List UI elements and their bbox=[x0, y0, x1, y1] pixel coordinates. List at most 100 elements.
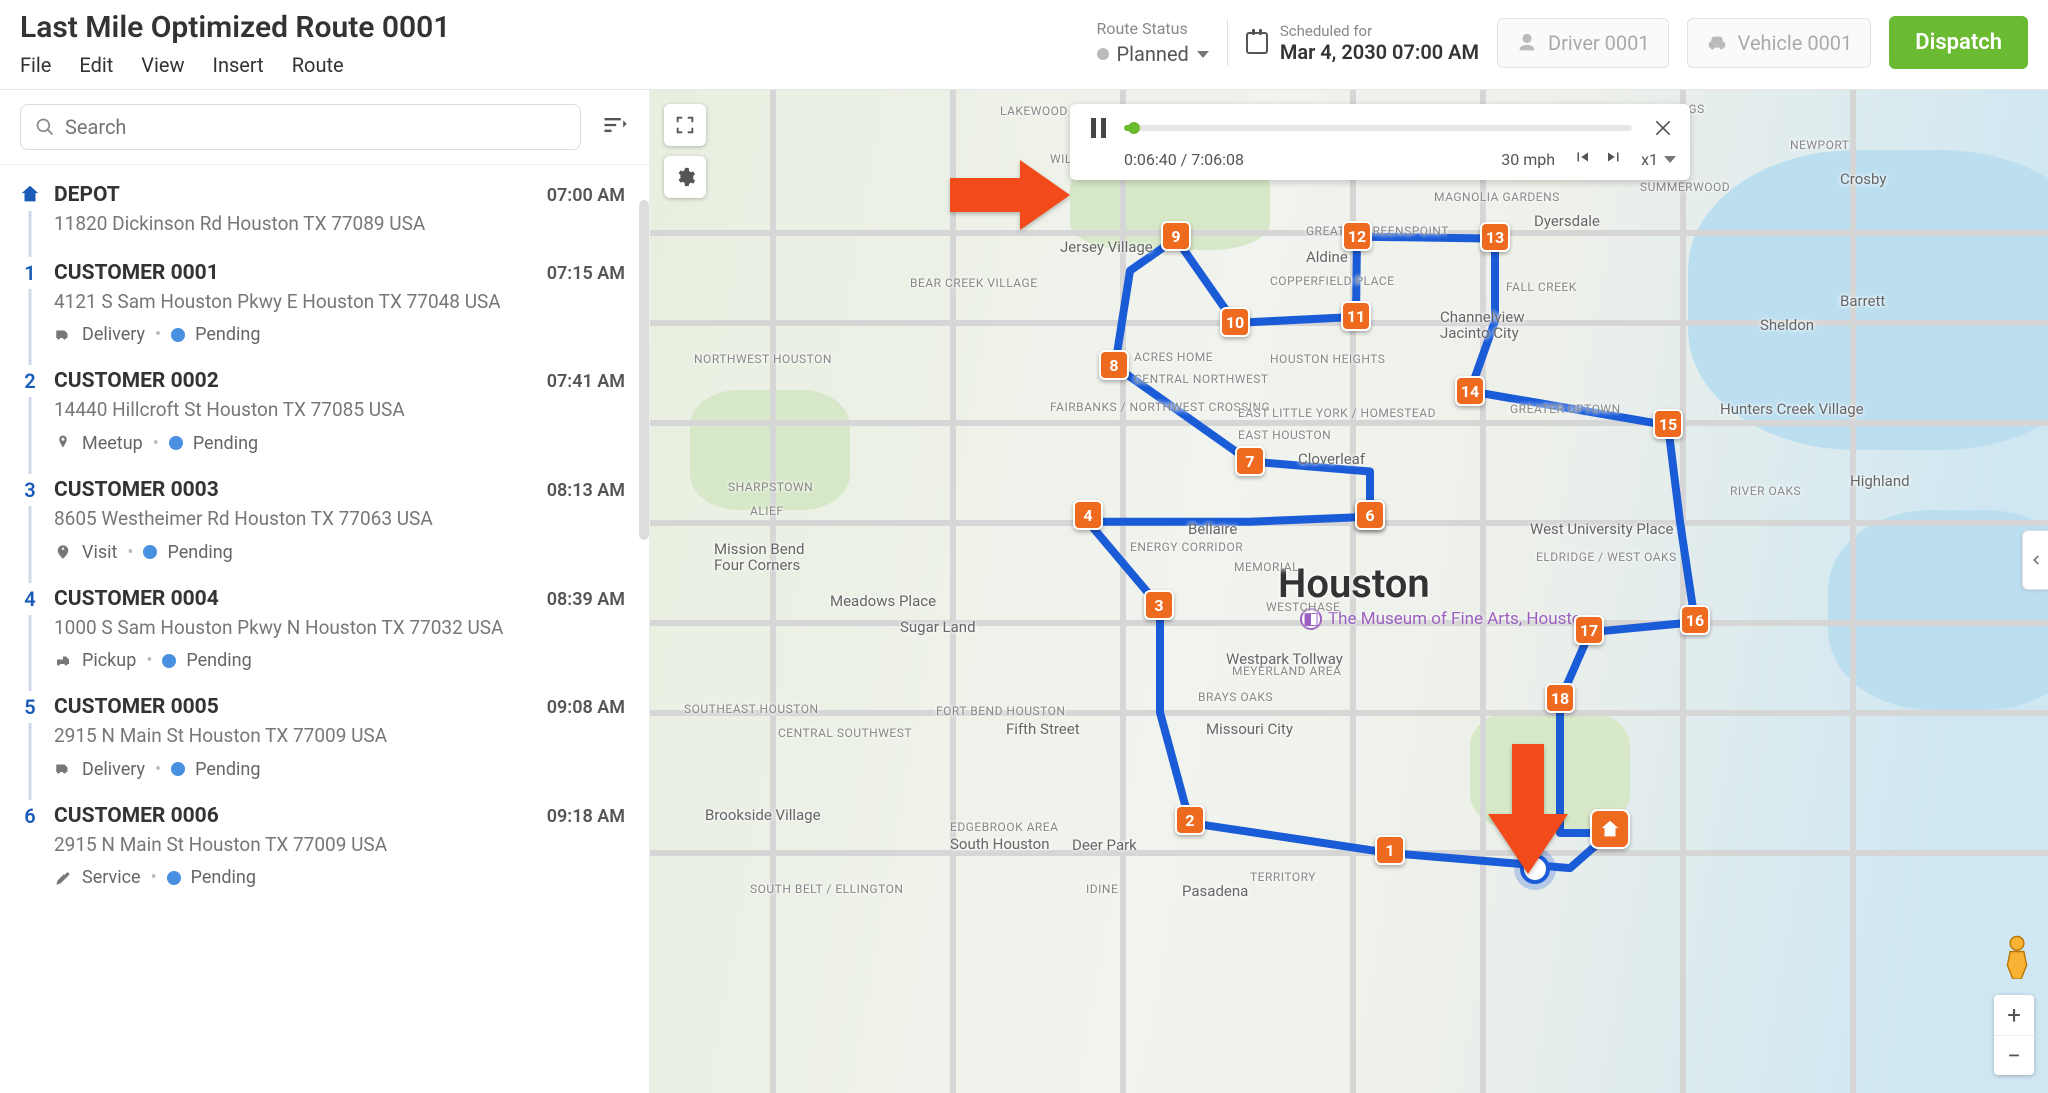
menu-route[interactable]: Route bbox=[292, 53, 344, 77]
map-stop-marker[interactable]: 7 bbox=[1235, 446, 1265, 476]
map-place-label: ALIEF bbox=[750, 504, 784, 518]
map-place-label: ENERGY CORRIDOR bbox=[1130, 540, 1243, 554]
stop-time: 09:18 AM bbox=[547, 806, 625, 827]
gear-icon bbox=[674, 166, 696, 188]
map-place-label: SUMMERWOOD bbox=[1640, 180, 1730, 194]
map-poi-label: The Museum of Fine Arts, Houston bbox=[1328, 609, 1591, 629]
map-place-label: IDINE bbox=[1086, 882, 1118, 896]
schedule-block[interactable]: Scheduled for Mar 4, 2030 07:00 AM bbox=[1246, 22, 1479, 64]
map-place-label: MEMORIAL bbox=[1234, 560, 1299, 574]
status-dot-icon bbox=[169, 436, 183, 450]
stop-time: 07:15 AM bbox=[547, 263, 625, 284]
map-place-label: RIVER OAKS bbox=[1730, 484, 1801, 498]
stop-type: Pickup bbox=[82, 650, 136, 671]
stop-type: Meetup bbox=[82, 433, 143, 454]
collapse-panel-button[interactable] bbox=[2022, 530, 2048, 590]
stop-time: 08:39 AM bbox=[547, 589, 625, 610]
map-place-label: Highland bbox=[1850, 472, 1910, 490]
stop-row[interactable]: 4CUSTOMER 000408:39 AM1000 S Sam Houston… bbox=[0, 575, 649, 684]
stop-address: 4121 S Sam Houston Pkwy E Houston TX 770… bbox=[54, 289, 625, 315]
settings-button[interactable] bbox=[664, 156, 706, 198]
stop-address: 2915 N Main St Houston TX 77009 USA bbox=[54, 723, 625, 749]
stop-type-icon bbox=[54, 760, 72, 778]
map-stop-marker[interactable]: 3 bbox=[1144, 590, 1174, 620]
map-poi-museum[interactable]: ◧ The Museum of Fine Arts, Houston bbox=[1300, 608, 1591, 630]
chevron-left-icon bbox=[2029, 553, 2043, 567]
map-stop-marker[interactable]: 12 bbox=[1342, 221, 1372, 251]
map-place-label: FORT BEND HOUSTON bbox=[936, 704, 1065, 718]
pegman-icon bbox=[2000, 935, 2034, 979]
search-input-wrap[interactable] bbox=[20, 104, 581, 150]
stop-status: Pending bbox=[186, 650, 251, 671]
map-stop-marker[interactable]: 11 bbox=[1341, 301, 1371, 331]
stop-status: Pending bbox=[191, 867, 256, 888]
search-input[interactable] bbox=[65, 115, 566, 139]
playback-progress-knob[interactable] bbox=[1128, 122, 1140, 134]
schedule-label: Scheduled for bbox=[1280, 22, 1479, 40]
sort-button[interactable] bbox=[601, 111, 629, 143]
map-stop-marker[interactable]: 6 bbox=[1355, 500, 1385, 530]
map-stop-marker[interactable]: 4 bbox=[1073, 500, 1103, 530]
depot-time: 07:00 AM bbox=[547, 185, 625, 206]
fullscreen-button[interactable] bbox=[664, 104, 706, 146]
pause-button[interactable] bbox=[1084, 114, 1112, 142]
map-place-label: TERRITORY bbox=[1250, 870, 1316, 884]
stop-address: 1000 S Sam Houston Pkwy N Houston TX 770… bbox=[54, 615, 625, 641]
stop-row[interactable]: 3CUSTOMER 000308:13 AM8605 Westheimer Rd… bbox=[0, 466, 649, 575]
map-stop-marker[interactable]: 10 bbox=[1220, 307, 1250, 337]
map-stop-marker[interactable]: 15 bbox=[1653, 409, 1683, 439]
map-stop-marker[interactable]: 18 bbox=[1545, 683, 1575, 713]
map-stop-marker[interactable]: 1 bbox=[1375, 835, 1405, 865]
map-place-label: NORTHWEST HOUSTON bbox=[694, 352, 832, 366]
stop-row[interactable]: 5CUSTOMER 000509:08 AM2915 N Main St Hou… bbox=[0, 683, 649, 792]
map-stop-marker[interactable]: 14 bbox=[1455, 376, 1485, 406]
prev-stop-button[interactable] bbox=[1573, 148, 1591, 170]
map-place-label: MAGNOLIA GARDENS bbox=[1434, 190, 1560, 204]
next-stop-button[interactable] bbox=[1605, 148, 1623, 170]
stop-number: 4 bbox=[24, 587, 35, 611]
playback-rate-button[interactable]: x1 bbox=[1641, 150, 1676, 169]
map-stop-marker[interactable]: 2 bbox=[1175, 805, 1205, 835]
driver-button[interactable]: Driver 0001 bbox=[1497, 18, 1669, 68]
map-place-label: Hunters Creek Village bbox=[1720, 400, 1864, 418]
map-stop-marker[interactable]: 9 bbox=[1161, 221, 1191, 251]
map-place-label: CENTRAL SOUTHWEST bbox=[778, 726, 912, 740]
stop-name: CUSTOMER 0006 bbox=[54, 804, 219, 828]
menu-view[interactable]: View bbox=[141, 53, 184, 77]
menu-file[interactable]: File bbox=[20, 53, 51, 77]
zoom-control: + − bbox=[1994, 995, 2034, 1075]
map-place-label: MEYERLAND AREA bbox=[1232, 664, 1341, 678]
stop-type: Visit bbox=[82, 542, 117, 563]
map-stop-marker[interactable]: 8 bbox=[1099, 350, 1129, 380]
close-button[interactable] bbox=[1650, 115, 1676, 141]
map-stop-marker[interactable]: 17 bbox=[1574, 615, 1604, 645]
map-depot-marker[interactable] bbox=[1590, 809, 1630, 849]
depot-row[interactable]: DEPOT 07:00 AM 11820 Dickinson Rd Housto… bbox=[0, 171, 649, 249]
stop-row[interactable]: 1CUSTOMER 000107:15 AM4121 S Sam Houston… bbox=[0, 249, 649, 358]
stop-status: Pending bbox=[195, 324, 260, 345]
route-status-block[interactable]: Route Status Planned bbox=[1097, 19, 1228, 66]
map-stop-marker[interactable]: 13 bbox=[1480, 222, 1510, 252]
stop-row[interactable]: 2CUSTOMER 000207:41 AM14440 Hillcroft St… bbox=[0, 357, 649, 466]
dispatch-button[interactable]: Dispatch bbox=[1889, 16, 2028, 69]
map-stop-marker[interactable]: 16 bbox=[1680, 605, 1710, 635]
zoom-out-button[interactable]: − bbox=[1994, 1035, 2034, 1075]
map-place-label: Brookside Village bbox=[705, 806, 821, 824]
menu-edit[interactable]: Edit bbox=[79, 53, 113, 77]
stop-address: 2915 N Main St Houston TX 77009 USA bbox=[54, 832, 625, 858]
map-place-label: Pasadena bbox=[1182, 882, 1248, 900]
playback-progress[interactable] bbox=[1124, 125, 1632, 131]
menu-insert[interactable]: Insert bbox=[213, 53, 264, 77]
vehicle-button[interactable]: Vehicle 0001 bbox=[1687, 18, 1872, 68]
status-dot-icon bbox=[167, 871, 181, 885]
stop-number: 1 bbox=[24, 261, 35, 285]
map-place-label: HOUSTON HEIGHTS bbox=[1270, 352, 1385, 366]
stop-list[interactable]: DEPOT 07:00 AM 11820 Dickinson Rd Housto… bbox=[0, 165, 649, 1093]
playback-speed-label: 30 mph bbox=[1501, 150, 1555, 169]
zoom-in-button[interactable]: + bbox=[1994, 995, 2034, 1035]
map-canvas[interactable]: Houston ◧ The Museum of Fine Arts, Houst… bbox=[650, 90, 2048, 1093]
chevron-down-icon bbox=[1197, 51, 1209, 58]
scrollbar-thumb[interactable] bbox=[639, 200, 649, 540]
streetview-button[interactable] bbox=[2000, 935, 2034, 983]
stop-row[interactable]: 6CUSTOMER 000609:18 AM2915 N Main St Hou… bbox=[0, 792, 649, 901]
